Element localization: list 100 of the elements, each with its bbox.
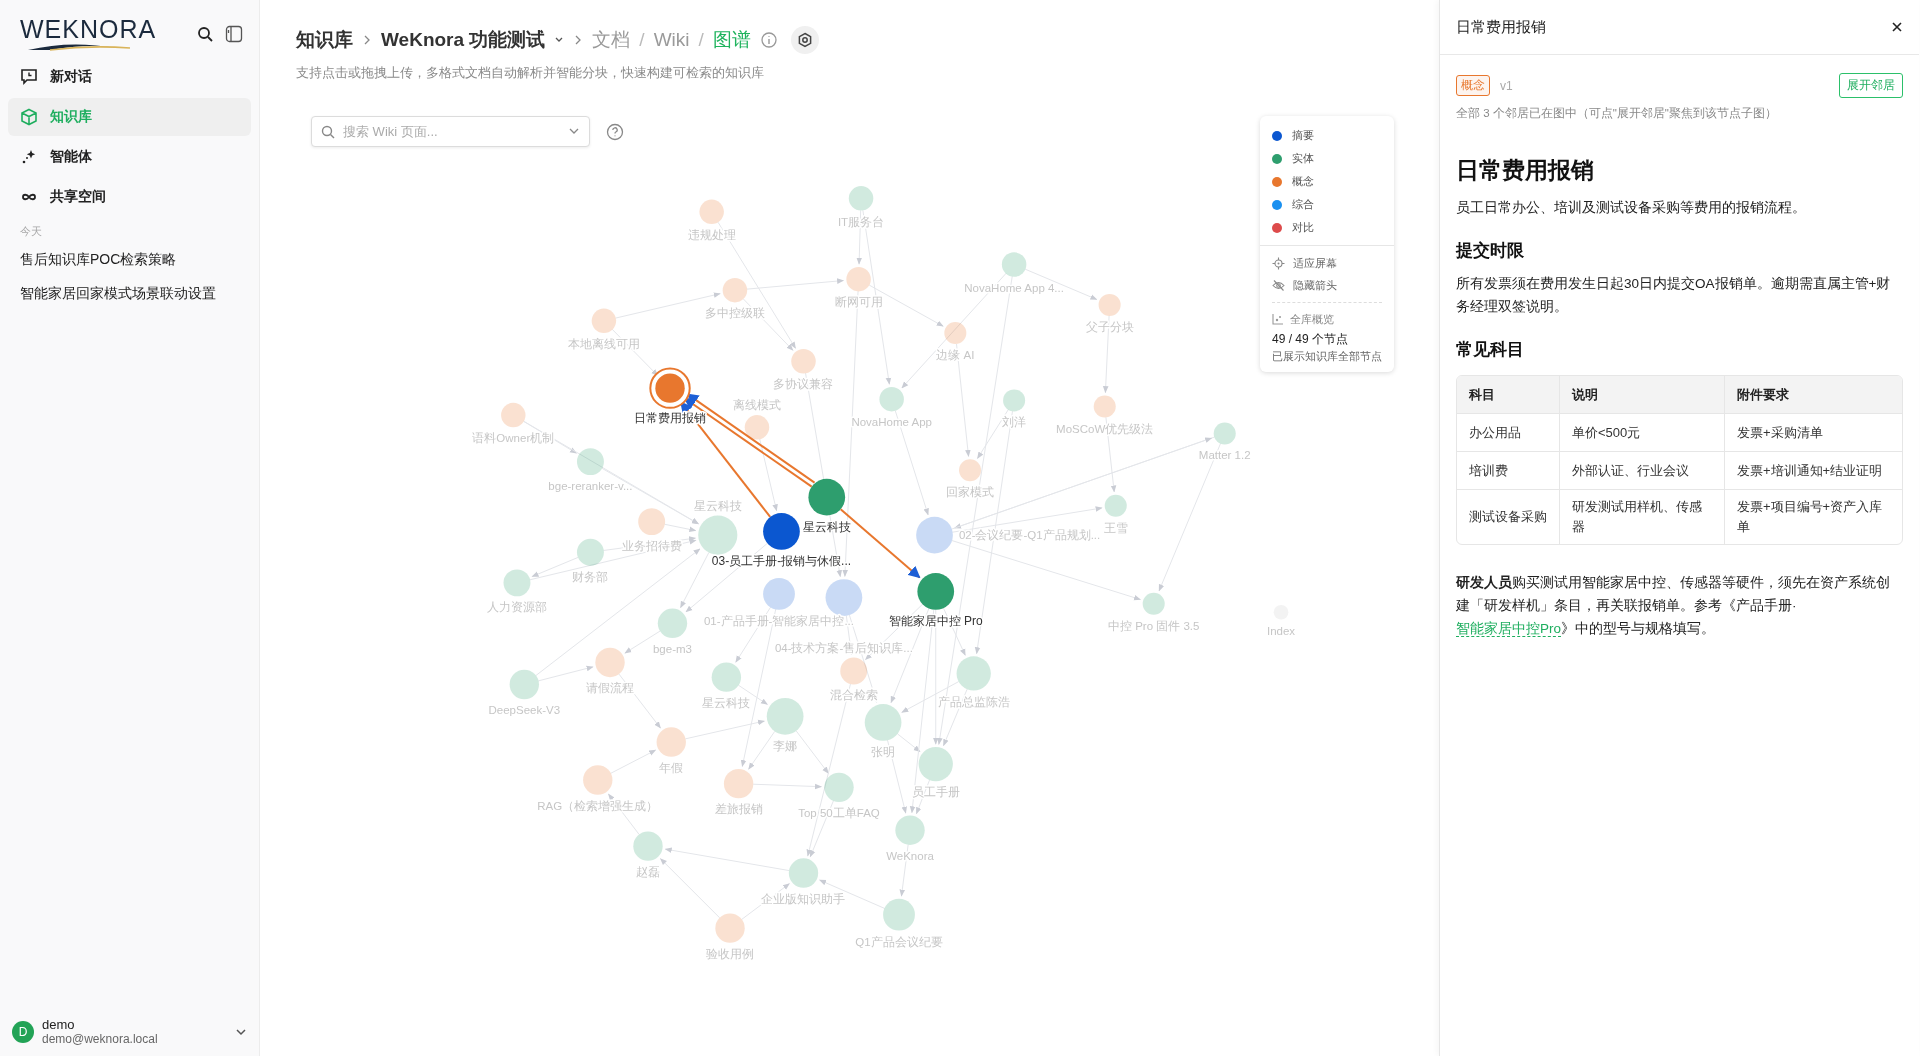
graph-node[interactable] [657,608,688,638]
graph-node[interactable] [503,569,531,597]
graph-node[interactable] [944,322,967,345]
table-cell: 研发测试用样机、传感器 [1560,490,1725,544]
separator: / [698,29,704,51]
graph-node[interactable] [864,704,902,741]
sidebar-toggle-icon[interactable] [225,25,243,43]
graph-node[interactable] [879,386,904,412]
graph-node[interactable] [824,772,854,803]
node-label: 星云科技 [802,519,851,534]
target-icon [1272,256,1285,270]
graph-node[interactable] [711,662,742,692]
breadcrumb-link[interactable]: 知识库 [296,27,353,53]
table-cell: 培训费 [1457,452,1560,490]
graph-node[interactable] [848,186,874,211]
graph-node[interactable] [1003,389,1026,412]
graph-node[interactable] [763,577,795,610]
graph-node[interactable] [576,448,604,476]
eye-off-icon [1272,278,1285,292]
graph-node[interactable] [788,858,819,888]
chart-icon [1272,313,1284,325]
graph-node[interactable] [883,898,915,931]
nav-item[interactable]: 智能体 [8,138,251,176]
node-label: 日常费用报销 [634,410,707,425]
settings-button[interactable] [790,26,819,54]
graph-node[interactable] [1213,422,1236,445]
chat-item[interactable]: 智能家居回家模式场景联动设置 [8,277,251,311]
avatar: D [12,1020,34,1043]
graph-node[interactable] [698,515,738,555]
graph-node[interactable] [744,415,770,440]
separator: / [639,29,645,51]
graph-node[interactable] [1093,395,1116,418]
graph-node[interactable] [825,579,863,616]
help-icon[interactable] [606,123,624,141]
graph-node[interactable] [959,459,982,482]
table-cell: 单价<500元 [1560,414,1725,452]
column-header: 科目 [1457,376,1560,414]
breadcrumb-link[interactable]: WeKnora 功能测试 [381,27,546,53]
graph-node[interactable] [763,513,800,550]
nav-item[interactable]: 共享空间 [8,178,251,216]
search-field[interactable]: 搜索 Wiki 页面... [311,116,590,147]
section-heading: 提交时限 [1456,240,1525,262]
graph-node[interactable] [916,516,953,554]
graph-node[interactable] [649,367,691,409]
graph-node[interactable] [722,277,748,303]
article-title: 日常费用报销 [1456,156,1595,185]
graph-node[interactable] [1104,494,1127,517]
legend-label: 综合 [1292,197,1314,212]
legend-action[interactable]: 隐藏箭头 [1260,274,1394,296]
graph-node[interactable] [1098,293,1121,316]
graph-node[interactable] [595,647,625,678]
chevron-right-icon [362,34,372,46]
graph-node[interactable] [846,266,871,292]
node-label: bge-reranker-v... [548,480,633,493]
graph-node[interactable] [895,815,925,845]
graph-node[interactable] [591,308,617,334]
graph-node[interactable] [638,508,666,536]
search-icon [321,125,335,139]
legend-label: 摘要 [1292,128,1314,143]
table-cell-text: 发票+项目编号+资产入库单 [1736,498,1884,536]
table-cell: 办公用品 [1457,414,1560,452]
node-label: DeepSeek-V3 [488,704,561,717]
graph-node[interactable] [501,402,526,428]
graph-node[interactable] [576,538,604,566]
graph-node[interactable] [956,656,991,691]
type-tag: 概念 [1456,75,1490,96]
info-icon[interactable] [759,31,778,49]
graph-node[interactable] [715,913,745,943]
graph-node[interactable] [699,199,724,225]
user-email: demo@weknora.local [42,1032,159,1046]
node-label: 03-员工手册-报销与休假... [711,553,852,568]
table-cell: 测试设备采购 [1457,490,1560,544]
graph-node[interactable] [723,769,754,799]
search-icon[interactable] [197,26,213,42]
legend-label: 概念 [1292,174,1314,189]
settings-icon [796,32,813,48]
overview-note: 已展示知识库全部节点 [1271,349,1383,364]
graph-node[interactable] [1142,592,1165,615]
graph-node[interactable] [840,657,868,685]
node-label: Matter 1.2 [1198,449,1251,462]
chat-item[interactable]: 售后知识库POC检索策略 [8,243,251,277]
graph-node[interactable] [656,727,686,757]
graph-node[interactable] [509,669,539,700]
close-button[interactable] [1891,21,1903,33]
graph-node[interactable] [633,831,663,861]
graph-node[interactable] [791,349,816,374]
nav-item[interactable]: 新对话 [8,58,251,96]
article-paragraph: 员工日常办公、培训及测试设备采购等费用的报销流程。 [1456,199,1807,217]
node-label: bge-m3 [652,642,692,655]
panel-title: 日常费用报销 [1456,17,1546,37]
graph-node[interactable] [917,573,955,610]
graph-node[interactable] [766,697,804,735]
graph-node[interactable] [583,765,613,795]
section-heading: 常见科目 [1456,339,1525,361]
legend-label: 实体 [1292,151,1314,166]
graph-node[interactable] [808,478,846,516]
legend-action[interactable]: 适应屏幕 [1260,252,1394,274]
graph-node[interactable] [918,746,953,782]
legend-label: 对比 [1292,220,1314,235]
graph-node[interactable] [1001,252,1027,277]
